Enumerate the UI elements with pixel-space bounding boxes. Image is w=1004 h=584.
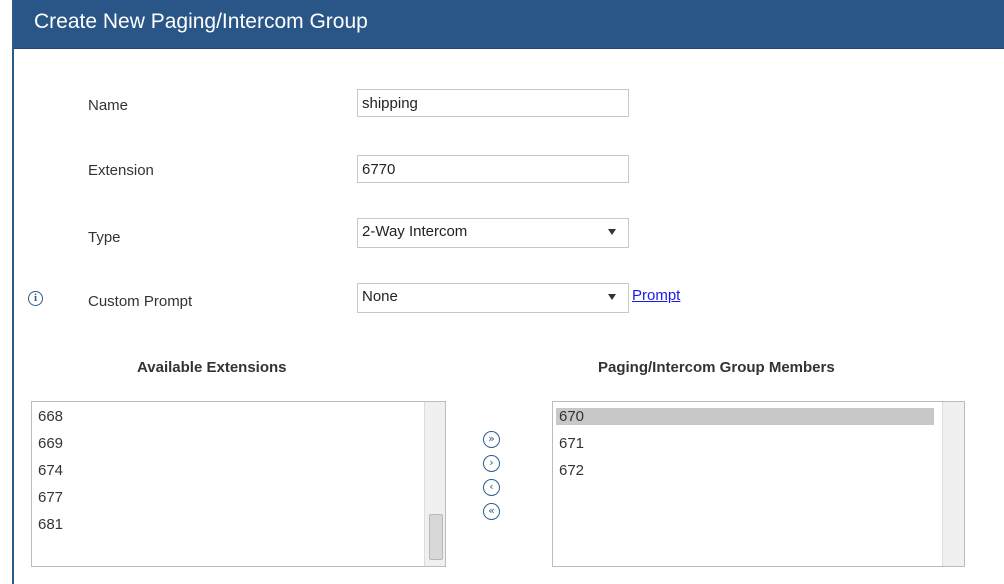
list-item[interactable]: 672 [559,462,584,479]
name-label: Name [88,97,129,114]
extension-label: Extension [88,162,154,179]
info-icon[interactable]: i [28,291,43,306]
custom-prompt-select-value: None [362,288,398,305]
group-members-list[interactable]: 670 671 672 [552,401,965,567]
chevron-down-icon [608,229,616,235]
list-item[interactable]: 671 [559,435,584,452]
dialog-title: Create New Paging/Intercom Group [34,10,368,33]
add-button[interactable]: › [483,455,500,472]
remove-button[interactable]: ‹ [483,479,500,496]
available-extensions-list[interactable]: 668 669 674 677 681 [31,401,446,567]
scrollbar-thumb[interactable] [429,514,443,560]
list-item[interactable]: 669 [38,435,63,452]
custom-prompt-label: Custom Prompt [88,293,193,310]
name-field[interactable] [357,89,629,117]
type-label: Type [88,229,121,246]
available-list-scrollbar[interactable] [424,402,445,566]
type-select-value: 2-Way Intercom [362,223,468,240]
list-item-selected[interactable]: 670 [556,408,934,425]
list-item[interactable]: 681 [38,516,63,533]
members-list-scrollbar[interactable] [942,402,964,566]
custom-prompt-select[interactable]: None [357,283,629,313]
list-item[interactable]: 677 [38,489,63,506]
dialog-titlebar: Create New Paging/Intercom Group [14,0,1004,49]
type-select[interactable]: 2-Way Intercom [357,218,629,248]
group-members-heading: Paging/Intercom Group Members [598,359,835,376]
list-item[interactable]: 674 [38,462,63,479]
extension-field[interactable] [357,155,629,183]
prompt-link[interactable]: Prompt [632,287,680,304]
remove-all-button[interactable]: « [483,503,500,520]
add-all-button[interactable]: » [483,431,500,448]
available-extensions-heading: Available Extensions [137,359,287,376]
list-item[interactable]: 668 [38,408,63,425]
chevron-down-icon [608,294,616,300]
